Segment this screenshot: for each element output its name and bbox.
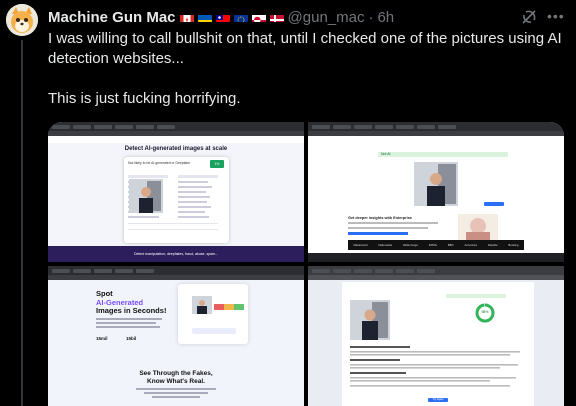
browser-tabs: [308, 266, 564, 275]
logo-6: Accenture: [464, 243, 478, 247]
tagline: See Through the Fakes, Know What's Real.: [48, 370, 304, 385]
uploaded-photo: [414, 162, 458, 206]
browser-tabs: [308, 122, 564, 131]
logo-2: Nationwide: [378, 243, 393, 247]
avatar[interactable]: [6, 4, 38, 36]
upload-button[interactable]: [484, 202, 504, 206]
greenland-flag: [251, 12, 266, 22]
logo-3: Wells Fargo: [403, 243, 418, 247]
canada-flag: [179, 12, 194, 22]
grok-icon[interactable]: [520, 8, 538, 26]
logo-1: Mastercard: [353, 243, 368, 247]
more-icon[interactable]: •••: [547, 8, 565, 24]
tweet-text: I was willing to call bullshit on that, …: [48, 29, 563, 109]
stat-1: 15mil: [96, 336, 108, 341]
timestamp[interactable]: 6h: [377, 9, 394, 26]
probability-value: 98%: [481, 310, 489, 314]
stat-2: 15bil: [126, 336, 137, 341]
enterprise-illustration: [458, 214, 498, 240]
tweet-paragraph-2: This is just fucking horrifying.: [48, 90, 241, 107]
report-text: [350, 346, 520, 387]
tweet-header: Machine Gun Mac @gun_mac · 6h: [48, 7, 394, 27]
display-name[interactable]: Machine Gun Mac: [48, 9, 176, 26]
footer-text: Detect manipulation, deepfakes, fraud, a…: [134, 252, 218, 256]
browser-tabs: [48, 122, 304, 131]
logo-5: BBC: [447, 243, 454, 247]
media-image-bottom-right[interactable]: 98% Try Again: [308, 266, 564, 406]
hero-title: Spot AI-Generated Images in Seconds!: [96, 289, 176, 316]
ukraine-flag: [197, 12, 212, 22]
tagline-line1: See Through the Fakes,: [139, 370, 213, 377]
enterprise-heading: Get deeper insights with Enterprise: [348, 216, 412, 220]
site-navbar: [48, 136, 304, 143]
site-footer-band: Detect manipulation, deepfakes, fraud, a…: [48, 246, 304, 262]
tagline-copy: [136, 388, 216, 398]
verdict-label: Not likely to be AI-generated or Deepfak…: [128, 161, 191, 165]
hero-copy: [96, 318, 162, 328]
logo-7: Deloitte: [488, 243, 498, 247]
try-again-label: Try Again: [432, 398, 444, 401]
separator: ·: [368, 8, 374, 26]
verdict-score: 1%: [210, 160, 224, 168]
browser-url-bar: [308, 131, 564, 136]
handle[interactable]: @gun_mac: [288, 9, 365, 26]
media-image-top-left[interactable]: Detect AI-generated images at scale Not …: [48, 122, 304, 262]
result-banner: Not AI: [378, 152, 508, 157]
detect-button[interactable]: [192, 328, 236, 334]
media-image-top-right[interactable]: Not AI Get deeper insights with Enterpri…: [308, 122, 564, 262]
upload-widget[interactable]: [178, 284, 248, 344]
try-again-button[interactable]: Try Again: [428, 398, 448, 402]
verdict-banner: [446, 294, 506, 298]
tagline-line2: Know What's Real.: [147, 377, 205, 385]
denmark-flag: [269, 12, 284, 22]
report-page: 98% Try Again: [342, 282, 534, 406]
media-image-bottom-left[interactable]: Spot AI-Generated Images in Seconds! 15m…: [48, 266, 304, 406]
client-logos-bar: Mastercard Nationwide Wells Fargo KPMG B…: [348, 240, 524, 250]
uploaded-photo: [129, 179, 163, 213]
uploaded-photo: [350, 300, 390, 340]
uploaded-photo: [192, 296, 212, 314]
media-grid: Detect AI-generated images at scale Not …: [48, 122, 564, 406]
ai-probability-bar: [214, 304, 244, 310]
browser-tabs: [48, 266, 304, 275]
browser-url-bar: [48, 275, 304, 280]
eu-flag: [233, 12, 248, 22]
thread-line: [21, 40, 23, 406]
result-banner-text: Not AI: [381, 152, 391, 156]
logo-8: Booking: [508, 243, 519, 247]
hero-title-line3: Images in Seconds!: [96, 306, 167, 315]
site-heading: Detect AI-generated images at scale: [124, 146, 228, 152]
taskbar: [308, 253, 564, 262]
enterprise-copy: [348, 222, 438, 235]
browser-url-bar: [308, 275, 564, 280]
taiwan-flag: [215, 12, 230, 22]
tweet-paragraph-1: I was willing to call bullshit on that, …: [48, 30, 562, 67]
logo-4: KPMG: [428, 243, 438, 247]
